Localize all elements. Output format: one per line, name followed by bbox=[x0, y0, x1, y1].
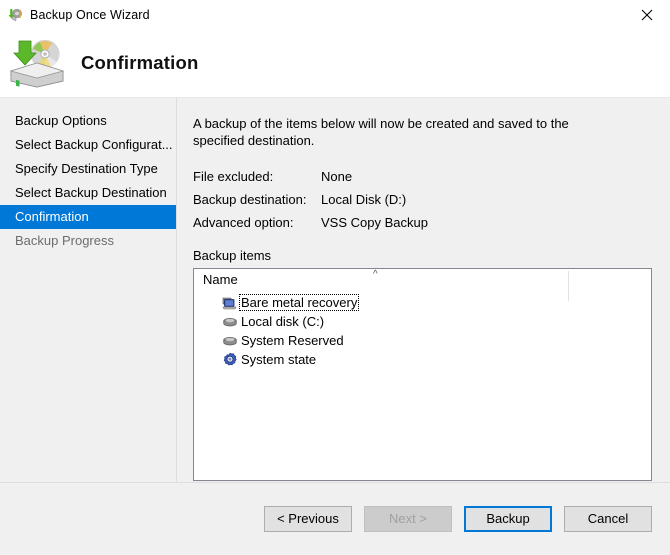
close-icon[interactable] bbox=[624, 0, 670, 29]
list-item[interactable]: Bare metal recovery bbox=[194, 293, 651, 312]
field-value-backup-destination: Local Disk (D:) bbox=[321, 192, 407, 207]
backup-disk-icon bbox=[7, 37, 67, 89]
list-item[interactable]: System state bbox=[194, 350, 651, 369]
backup-items-listbox[interactable]: Name ^ Bare metal recovery Local disk (C… bbox=[193, 268, 652, 481]
field-label-backup-destination: Backup destination: bbox=[193, 192, 307, 207]
cancel-button[interactable]: Cancel bbox=[564, 506, 652, 532]
list-item-label: Local disk (C:) bbox=[241, 314, 325, 329]
main-content: A backup of the items below will now be … bbox=[177, 98, 670, 482]
sidebar-item-select-backup-destination[interactable]: Select Backup Destination bbox=[0, 181, 176, 205]
field-value-advanced-option: VSS Copy Backup bbox=[321, 215, 428, 230]
backup-once-wizard-window: Backup Once Wizard Confirmation Backup O… bbox=[0, 0, 670, 555]
sidebar-item-backup-options[interactable]: Backup Options bbox=[0, 109, 176, 133]
column-header-name[interactable]: Name bbox=[203, 272, 238, 287]
sidebar-item-specify-destination-type[interactable]: Specify Destination Type bbox=[0, 157, 176, 181]
field-row-backup-destination: Backup destination: Local Disk (D:) bbox=[193, 188, 652, 211]
field-row-advanced-option: Advanced option: VSS Copy Backup bbox=[193, 211, 652, 234]
field-row-file-excluded: File excluded: None bbox=[193, 165, 652, 188]
summary-fields: File excluded: None Backup destination: … bbox=[193, 165, 652, 234]
list-item-label: System state bbox=[241, 352, 317, 367]
backup-wizard-icon bbox=[7, 7, 23, 23]
window-title: Backup Once Wizard bbox=[30, 7, 150, 22]
wizard-body: Backup Options Select Backup Configurat.… bbox=[0, 98, 670, 482]
wizard-step-sidebar: Backup Options Select Backup Configurat.… bbox=[0, 98, 177, 482]
wizard-header: Confirmation bbox=[0, 29, 670, 98]
backup-items-label: Backup items bbox=[193, 248, 272, 263]
sidebar-item-select-backup-configuration[interactable]: Select Backup Configurat... bbox=[0, 133, 176, 157]
field-value-file-excluded: None bbox=[321, 169, 353, 184]
sort-ascending-icon: ^ bbox=[373, 269, 378, 280]
sidebar-item-confirmation[interactable]: Confirmation bbox=[0, 205, 176, 229]
list-item-label: Bare metal recovery bbox=[238, 294, 360, 311]
sidebar-item-backup-progress: Backup Progress bbox=[15, 233, 114, 248]
list-item-label: System Reserved bbox=[241, 333, 344, 348]
computer-icon bbox=[222, 295, 238, 311]
title-bar: Backup Once Wizard bbox=[0, 0, 670, 29]
list-column-header[interactable]: Name ^ bbox=[194, 269, 651, 301]
field-label-file-excluded: File excluded: bbox=[193, 169, 274, 184]
list-item[interactable]: Local disk (C:) bbox=[194, 312, 651, 331]
wizard-footer: < Previous Next > Backup Cancel bbox=[0, 482, 670, 555]
hard-disk-icon bbox=[222, 333, 238, 349]
previous-button[interactable]: < Previous bbox=[264, 506, 352, 532]
hard-disk-icon bbox=[222, 314, 238, 330]
list-body: Bare metal recovery Local disk (C:) Syst… bbox=[194, 291, 651, 369]
field-label-advanced-option: Advanced option: bbox=[193, 215, 294, 230]
column-divider[interactable] bbox=[568, 271, 569, 301]
system-gear-icon bbox=[222, 352, 238, 368]
page-title: Confirmation bbox=[81, 52, 199, 73]
next-button: Next > bbox=[364, 506, 452, 532]
intro-text: A backup of the items below will now be … bbox=[193, 116, 569, 148]
list-item[interactable]: System Reserved bbox=[194, 331, 651, 350]
backup-button[interactable]: Backup bbox=[464, 506, 552, 532]
